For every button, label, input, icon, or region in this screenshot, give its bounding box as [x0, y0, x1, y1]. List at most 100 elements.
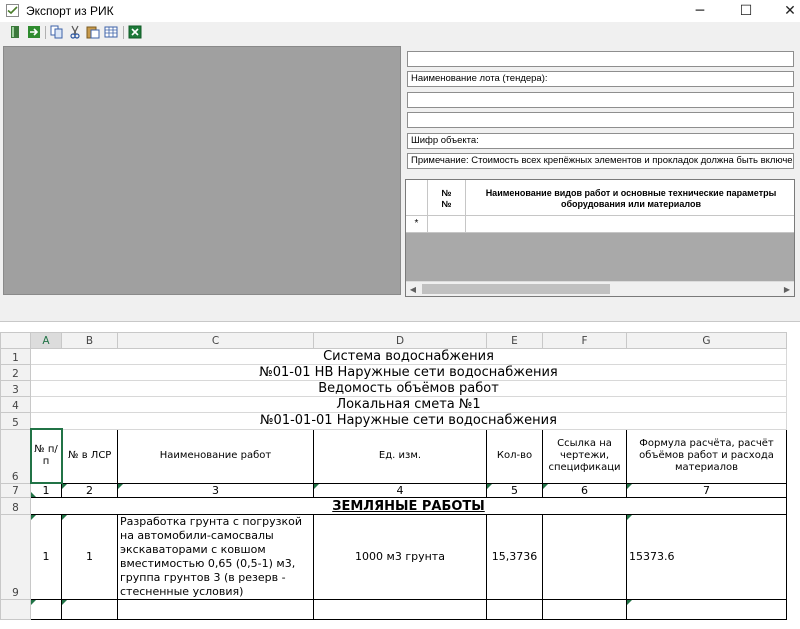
grid-header-number[interactable]: № № [428, 180, 466, 216]
book-icon[interactable] [8, 25, 22, 39]
note-field[interactable]: Примечание: Стоимость всех крепёжных эле… [407, 153, 794, 169]
scroll-left-icon[interactable]: ◀ [406, 282, 420, 296]
cell-marker-icon [31, 515, 36, 520]
row-header-3[interactable]: 3 [0, 380, 31, 397]
title-bar: Экспорт из РИК ─ ☐ ✕ [0, 0, 800, 22]
column-header-g[interactable]: G [626, 332, 787, 349]
grid-horizontal-scrollbar[interactable]: ◀ ▶ [406, 281, 794, 296]
number-cell-2[interactable]: 2 [61, 482, 118, 498]
minimize-button[interactable]: ─ [680, 0, 720, 22]
column-header-b[interactable]: B [61, 332, 118, 349]
header-cell-formula[interactable]: Формула расчёта, расчёт объёмов работ и … [626, 428, 787, 484]
row9-quantity[interactable]: 15,3736 [486, 514, 543, 600]
row9-formula[interactable]: 15373.6 [626, 514, 787, 600]
export-arrow-icon[interactable] [27, 25, 41, 39]
export-window: Экспорт из РИК ─ ☐ ✕ Наименование лота (… [0, 0, 800, 322]
column-header-d[interactable]: D [313, 332, 487, 349]
row9-lsr[interactable]: 1 [61, 514, 118, 600]
cell-marker-icon [314, 483, 319, 489]
object-code-field[interactable]: Шифр объекта: [407, 133, 794, 149]
grid-header-name-line2: оборудования или материалов [561, 199, 701, 209]
row-header-6[interactable]: 6 [0, 428, 31, 484]
text-field-1[interactable] [407, 51, 794, 67]
number-cell-7-value: 7 [703, 483, 710, 497]
number-cell-7[interactable]: 7 [626, 482, 787, 498]
table-icon[interactable] [104, 25, 118, 39]
corner-header[interactable] [0, 332, 31, 349]
row-header-5[interactable]: 5 [0, 412, 31, 430]
row9-formula-value: 15373.6 [629, 550, 675, 563]
sheet-grid: A B C D E F G 1 Система водоснабжения 2 … [0, 332, 787, 620]
header-cell-unit[interactable]: Ед. изм. [313, 428, 487, 484]
number-cell-3[interactable]: 3 [117, 482, 314, 498]
cell-marker-icon [543, 483, 548, 489]
row-header-8[interactable]: 8 [0, 497, 31, 515]
toolbar-separator [45, 26, 46, 39]
scroll-right-icon[interactable]: ▶ [780, 282, 794, 296]
number-cell-4[interactable]: 4 [313, 482, 487, 498]
row9-work-name[interactable]: Разработка грунта с погрузкой на автомоб… [117, 514, 314, 600]
header-cell-reference[interactable]: Ссылка на чертежи, спецификаци [542, 428, 627, 484]
number-cell-6-value: 6 [581, 483, 588, 497]
cut-icon[interactable] [68, 25, 82, 39]
section-title-earthworks[interactable]: ЗЕМЛЯНЫЕ РАБОТЫ [30, 497, 787, 515]
row-header-10[interactable] [0, 599, 31, 620]
column-header-e[interactable]: E [486, 332, 543, 349]
column-header-c[interactable]: C [117, 332, 314, 349]
excel-icon[interactable] [128, 25, 142, 39]
header-cell-lsr[interactable]: № в ЛСР [61, 428, 118, 484]
sheet-title-network[interactable]: №01-01 НВ Наружные сети водоснабжения [30, 364, 787, 381]
grid-corner-cell [406, 180, 428, 216]
row9-lsr-value: 1 [86, 550, 93, 563]
column-header-a[interactable]: A [30, 332, 62, 349]
sheet-title-local[interactable]: №01-01-01 Наружные сети водоснабжения [30, 412, 787, 430]
maximize-button[interactable]: ☐ [726, 0, 766, 22]
row10-cell[interactable] [61, 599, 118, 620]
cell-marker-icon [31, 600, 36, 605]
row10-cell[interactable] [542, 599, 627, 620]
grid-cell-number[interactable] [428, 216, 466, 233]
row-header-9[interactable]: 9 [0, 514, 31, 600]
grid-cell-name[interactable] [466, 216, 794, 233]
close-button[interactable]: ✕ [770, 0, 800, 22]
number-cell-1[interactable]: 1 [30, 482, 62, 498]
lot-name-field[interactable]: Наименование лота (тендера): [407, 71, 794, 87]
header-cell-work-name[interactable]: Наименование работ [117, 428, 314, 484]
row10-cell[interactable] [313, 599, 487, 620]
row9-unit[interactable]: 1000 м3 грунта [313, 514, 487, 600]
app-icon [6, 4, 19, 17]
cell-marker-icon [118, 483, 123, 489]
number-cell-5-value: 5 [511, 483, 518, 497]
sheet-title-statement[interactable]: Ведомость объёмов работ [30, 380, 787, 397]
cell-marker-icon [62, 600, 67, 605]
number-cell-6[interactable]: 6 [542, 482, 627, 498]
header-cell-quantity[interactable]: Кол-во [486, 428, 543, 484]
row10-cell[interactable] [486, 599, 543, 620]
cell-marker-icon [62, 483, 67, 489]
cell-marker-icon [627, 515, 632, 520]
works-grid[interactable]: № № Наименование видов работ и основные … [405, 179, 795, 297]
number-cell-3-value: 3 [212, 483, 219, 497]
column-header-f[interactable]: F [542, 332, 627, 349]
row9-no[interactable]: 1 [30, 514, 62, 600]
grid-header-name-line1: Наименование видов работ и основные техн… [485, 188, 777, 198]
row-header-4[interactable]: 4 [0, 396, 31, 413]
row9-reference[interactable] [542, 514, 627, 600]
row-header-1[interactable]: 1 [0, 348, 31, 365]
row10-cell[interactable] [30, 599, 62, 620]
sheet-title-estimate[interactable]: Локальная смета №1 [30, 396, 787, 413]
scroll-thumb[interactable] [422, 284, 610, 294]
grid-header-name[interactable]: Наименование видов работ и основные техн… [466, 180, 794, 216]
paste-icon[interactable] [86, 25, 100, 39]
header-cell-no[interactable]: № п/п [29, 428, 63, 484]
row-header-2[interactable]: 2 [0, 364, 31, 381]
sheet-title-system[interactable]: Система водоснабжения [30, 348, 787, 365]
text-field-4[interactable] [407, 112, 794, 128]
row10-cell[interactable] [626, 599, 787, 620]
text-field-3[interactable] [407, 92, 794, 108]
grid-new-row-marker: * [406, 216, 428, 233]
row10-cell[interactable] [117, 599, 314, 620]
copy-icon[interactable] [50, 25, 64, 39]
number-cell-5[interactable]: 5 [486, 482, 543, 498]
row-header-7[interactable]: 7 [0, 482, 31, 498]
